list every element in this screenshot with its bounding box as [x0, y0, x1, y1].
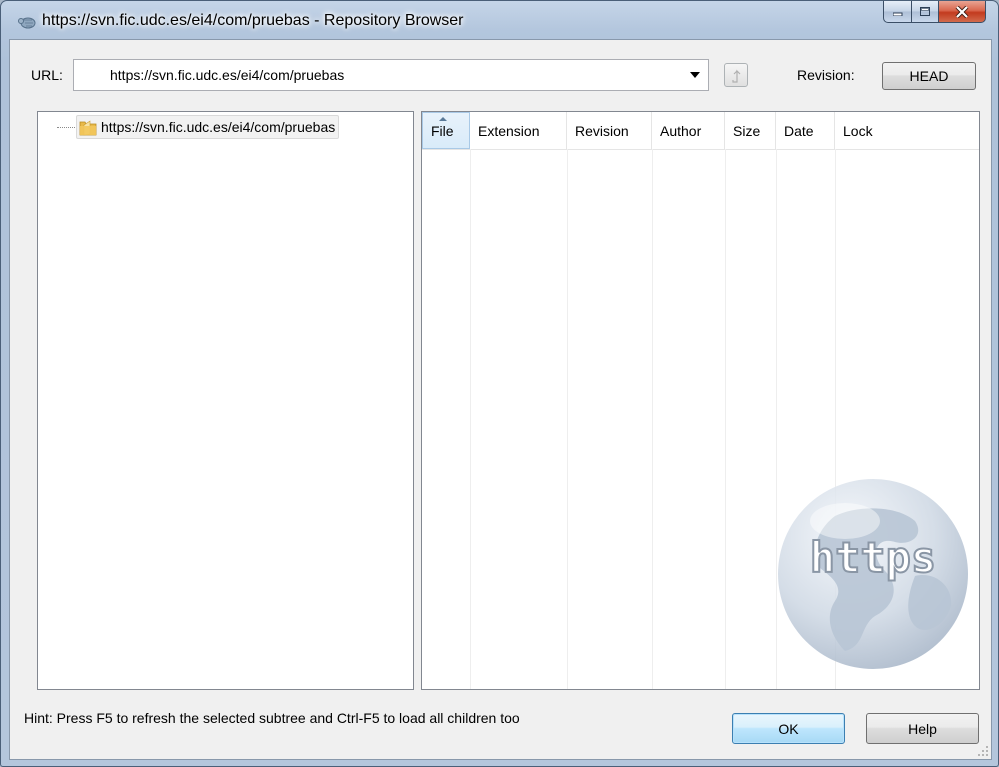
url-value[interactable]: https://svn.fic.udc.es/ei4/com/pruebas	[110, 67, 344, 83]
column-header-extension[interactable]: Extension	[470, 112, 567, 149]
close-button[interactable]	[939, 1, 986, 23]
help-button[interactable]: Help	[866, 713, 979, 744]
repository-tree[interactable]: https://svn.fic.udc.es/ei4/com/pruebas	[37, 111, 414, 690]
minimize-icon	[892, 12, 902, 16]
repository-browser-window: https://svn.fic.udc.es/ei4/com/pruebas -…	[0, 0, 999, 767]
dropdown-arrow-icon[interactable]	[690, 72, 700, 78]
revision-label: Revision:	[797, 67, 855, 83]
up-folder-button[interactable]	[724, 63, 748, 87]
url-label: URL:	[31, 67, 63, 83]
maximize-button[interactable]	[912, 1, 939, 23]
caption-buttons	[883, 1, 986, 23]
list-header: File Extension Revision Author Size Date	[422, 112, 979, 150]
column-header-revision[interactable]: Revision	[567, 112, 652, 149]
resize-grip-icon[interactable]	[977, 745, 989, 757]
url-combobox[interactable]: https://svn.fic.udc.es/ei4/com/pruebas	[73, 59, 709, 91]
column-label: Lock	[843, 122, 873, 139]
column-label: Size	[733, 122, 761, 139]
column-header-file[interactable]: File	[422, 112, 470, 149]
window-title: https://svn.fic.udc.es/ei4/com/pruebas -…	[42, 12, 464, 29]
tree-item-root[interactable]: https://svn.fic.udc.es/ei4/com/pruebas	[76, 115, 340, 139]
tortoisesvn-icon	[18, 17, 36, 29]
https-globe-watermark: https	[778, 479, 968, 669]
title-bar[interactable]: https://svn.fic.udc.es/ei4/com/pruebas -…	[1, 1, 998, 39]
maximize-icon	[919, 6, 930, 16]
sort-ascending-icon	[439, 117, 447, 121]
column-label: Extension	[478, 122, 540, 139]
column-header-author[interactable]: Author	[652, 112, 725, 149]
folder-icon	[79, 119, 97, 135]
dialog-client-area: URL: https://svn.fic.udc.es/ei4/com/prue…	[9, 39, 992, 760]
column-divider	[725, 149, 726, 689]
column-divider	[567, 149, 568, 689]
column-header-size[interactable]: Size	[725, 112, 776, 149]
column-label: Author	[660, 122, 702, 139]
revision-head-button[interactable]: HEAD	[882, 62, 976, 90]
tree-item-label: https://svn.fic.udc.es/ei4/com/pruebas	[101, 119, 336, 135]
minimize-button[interactable]	[883, 1, 912, 23]
hint-text: Hint: Press F5 to refresh the selected s…	[24, 710, 520, 726]
close-icon	[955, 5, 969, 18]
column-header-date[interactable]: Date	[776, 112, 835, 149]
column-header-lock[interactable]: Lock	[835, 112, 979, 149]
column-label: Revision	[575, 122, 629, 139]
up-arrow-icon	[732, 69, 741, 83]
column-divider	[470, 149, 471, 689]
column-label: Date	[784, 122, 814, 139]
ok-button[interactable]: OK	[732, 713, 845, 744]
column-divider	[652, 149, 653, 689]
watermark-text: https	[810, 533, 936, 582]
column-label: File	[431, 122, 454, 139]
file-list[interactable]: File Extension Revision Author Size Date	[421, 111, 980, 690]
